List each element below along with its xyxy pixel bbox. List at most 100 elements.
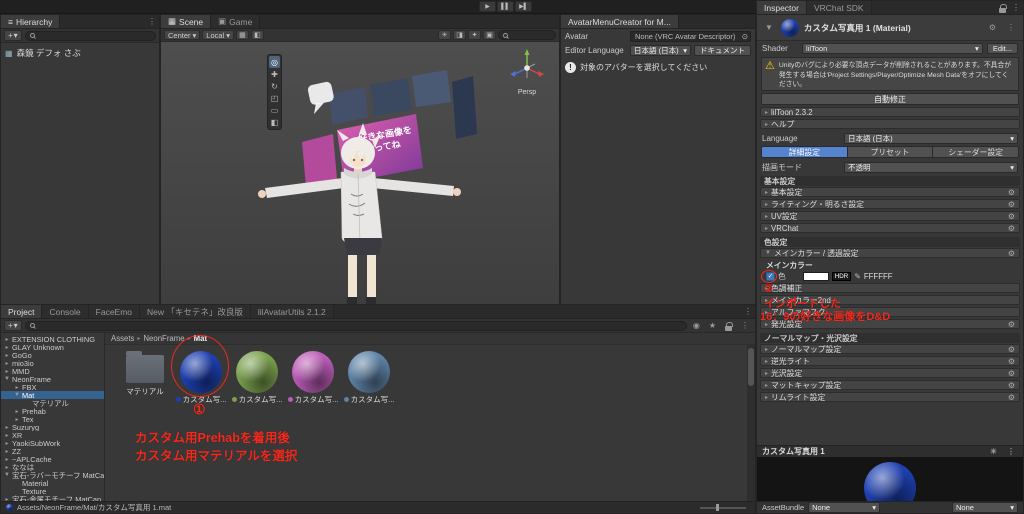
tree-item[interactable]: ▼ 宝石-ラバーモチーフ MatCap [1,471,104,479]
rect-tool-icon[interactable]: ▭ [269,104,280,116]
kebab-menu-icon[interactable]: ⋮ [1009,1,1023,14]
breadcrumb-mat[interactable]: Mat [194,334,207,343]
chevron-right-icon[interactable]: ▸ [4,352,10,359]
tree-item[interactable]: ▸ EXTENSION CLOTHING [1,335,104,343]
gear-icon[interactable]: ⚙ [1008,369,1015,378]
chevron-right-icon[interactable]: ▸ [14,416,20,423]
project-search-input[interactable] [24,320,687,331]
kebab-menu-icon[interactable]: ⋮ [741,305,755,318]
tree-item[interactable]: マテリアル [1,399,104,407]
asset-material-custom-green[interactable]: カスタム写... [231,347,283,405]
shader-dropdown[interactable]: lilToon ▾ [802,42,983,54]
chevron-right-icon[interactable]: ▸ [4,464,10,471]
tab-scene[interactable]: ▦ Scene [161,15,212,28]
foldout-normal-map[interactable]: ▸ ノーマルマップ設定 ⚙ [760,344,1020,354]
chevron-right-icon[interactable]: ▸ [4,360,10,367]
hierarchy-item-scene[interactable]: ▦ 森鏡 デフォ さぶ [1,47,159,59]
scene-viewport[interactable]: 好きな画像を 貼ってね Persp ◎ ✚ ↻ ◰ ▭ ◧ [161,42,559,304]
scene-search-input[interactable] [498,30,556,40]
foldout-color-correction[interactable]: ▸ 色調補正 [760,283,1020,293]
tree-item[interactable]: Material [1,479,104,487]
eyedropper-icon[interactable]: ✎ [854,272,861,281]
chevron-down-icon[interactable]: ▼ [4,472,10,478]
assetbundle-dropdown-2[interactable]: None ▾ [952,502,1018,513]
asset-folder-material[interactable]: マテリアル [119,347,171,397]
tab-project[interactable]: Project [1,305,43,318]
tab-faceemo[interactable]: FaceEmo [88,305,141,318]
slider-thumb[interactable] [716,504,719,511]
color-swatch[interactable] [802,272,829,281]
breadcrumb-assets[interactable]: Assets [111,334,134,343]
chevron-right-icon[interactable]: ▸ [4,368,10,375]
tree-item[interactable]: ▸ GoGo [1,351,104,359]
scale-tool-icon[interactable]: ◰ [269,92,280,104]
view-tool-icon[interactable]: ◎ [269,56,280,68]
documentation-button[interactable]: ドキュメント [694,44,751,56]
assetbundle-dropdown-1[interactable]: None ▾ [808,502,881,513]
foldout-main-color-2nd[interactable]: ▸ メインカラー2nd [760,295,1020,305]
icon-size-slider[interactable] [700,504,746,511]
chevron-down-icon[interactable]: ▼ [14,392,20,398]
tree-item[interactable]: ▸ mio3io [1,359,104,367]
tab-avatar-menu-creator[interactable]: AvatarMenuCreator for M... [561,15,679,28]
tab-preset[interactable]: プリセット [847,147,934,157]
gear-icon[interactable]: ⚙ [1008,249,1015,258]
tab-hierarchy[interactable]: ≡ Hierarchy [1,15,61,28]
tree-item[interactable]: ▸ YaokiSubWork [1,439,104,447]
pivot-mode-dropdown[interactable]: Center ▾ [164,30,201,40]
tree-item[interactable]: ▸ ~APLCache [1,455,104,463]
gear-icon[interactable]: ⚙ [1008,188,1015,197]
scene-camera-settings[interactable]: ▣ [483,30,496,40]
shader-edit-button[interactable]: Edit... [986,42,1018,54]
star-icon[interactable]: ★ [706,321,719,330]
material-preview-header[interactable]: カスタム写真用 1 ☀ ⋮ [757,445,1023,457]
pause-button[interactable]: ▌▌ [497,1,514,12]
foldout-matcap[interactable]: ▸ マットキャップ設定 ⚙ [760,380,1020,390]
tab-shader-settings[interactable]: シェーダー設定 [933,147,1018,157]
chevron-down-icon[interactable]: ▼ [4,376,10,382]
preview-light-icon[interactable]: ☀ [987,447,1000,456]
foldout-main-color[interactable]: ▼ メインカラー / 透過設定 ⚙ [760,248,1020,258]
eye-icon[interactable]: ◉ [690,321,703,330]
tree-item[interactable]: ▸ FBX [1,383,104,391]
chevron-right-icon[interactable]: ▸ [14,408,20,415]
autofix-button[interactable]: 自動修正 [761,93,1019,105]
avatar-object-field[interactable]: None (VRC Avatar Descriptor) ⊙ [630,30,751,42]
lock-icon[interactable] [722,321,735,331]
scene-lighting-toggle[interactable]: ☀ [438,30,451,40]
tree-item[interactable]: ▼ NeonFrame [1,375,104,383]
tree-item[interactable]: ▸ Suzuryg [1,423,104,431]
tab-vrchat-sdk[interactable]: VRChat SDK [806,1,872,14]
chevron-right-icon[interactable]: ▸ [4,336,10,343]
color-enabled-checkbox[interactable]: ✓ [766,272,775,281]
chevron-right-icon[interactable]: ▸ [4,344,10,351]
gear-icon[interactable]: ⚙ [1008,212,1015,221]
foldout-gloss[interactable]: ▸ 光沢設定 ⚙ [760,368,1020,378]
rotate-tool-icon[interactable]: ↻ [269,80,280,92]
chevron-right-icon[interactable]: ▸ [4,448,10,455]
chevron-right-icon[interactable]: ▸ [4,432,10,439]
foldout-uv[interactable]: ▸ UV設定 ⚙ [760,211,1020,221]
gear-icon[interactable]: ⚙ [986,23,999,32]
tree-item[interactable]: ▸ MMD [1,367,104,375]
foldout-backlight[interactable]: ▸ 逆光ライト ⚙ [760,356,1020,366]
tree-item[interactable]: ▸ Tex [1,415,104,423]
chevron-right-icon[interactable]: ▸ [4,456,10,463]
tree-item[interactable]: Texture [1,487,104,495]
chevron-down-icon[interactable]: ▼ [762,23,776,32]
chevron-right-icon[interactable]: ▸ [4,424,10,431]
tree-item[interactable]: ▸ ななは [1,463,104,471]
tab-game[interactable]: ▣ Game [211,15,261,28]
hierarchy-search-input[interactable] [24,30,156,41]
transform-tool-icon[interactable]: ◧ [269,116,280,128]
tree-item[interactable]: ▸ XR [1,431,104,439]
move-tool-icon[interactable]: ✚ [269,68,280,80]
render-mode-dropdown[interactable]: 不透明 ▾ [844,161,1018,173]
foldout-basic[interactable]: ▸ 基本設定 ⚙ [760,187,1020,197]
tab-detail-settings[interactable]: 詳細設定 [762,147,848,157]
create-asset-button[interactable]: + ▾ [4,320,22,331]
vertical-scrollbar[interactable] [747,345,755,501]
kebab-menu-icon[interactable]: ⋮ [145,15,159,28]
material-preview-area[interactable] [757,457,1023,501]
kebab-menu-icon[interactable]: ⋮ [1004,447,1018,456]
